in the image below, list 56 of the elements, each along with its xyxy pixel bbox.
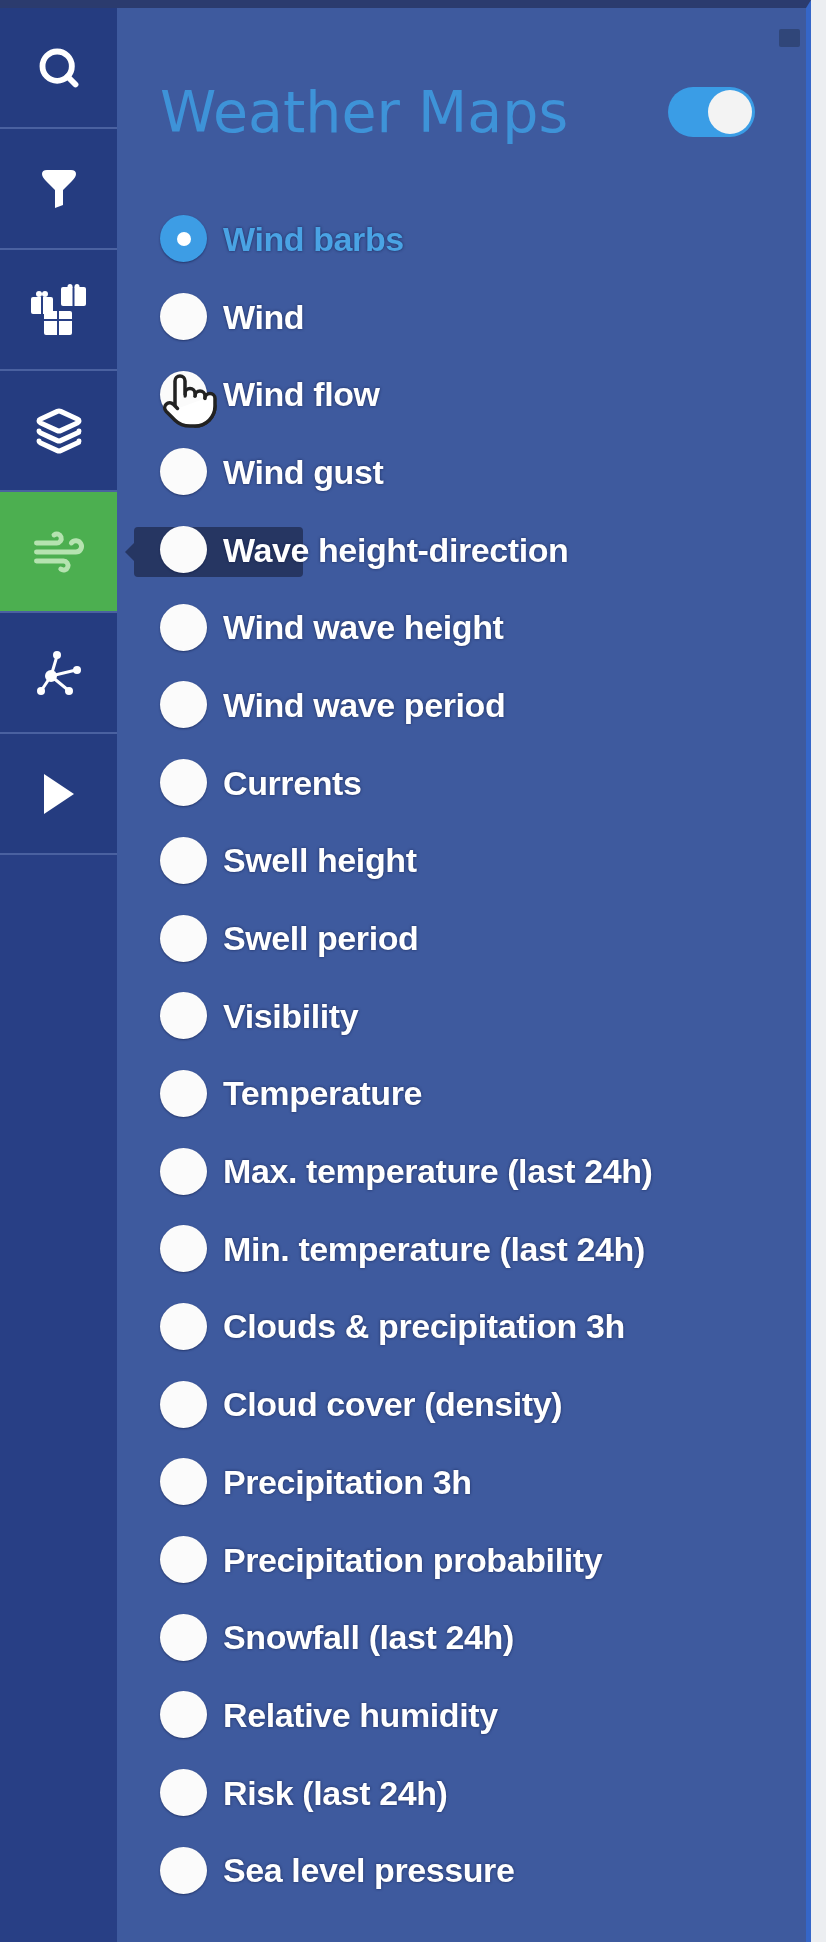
option-label[interactable]: Snowfall (last 24h) (223, 1617, 514, 1658)
option-label[interactable]: Wind wave period (223, 684, 506, 725)
option-label[interactable]: Min. temperature (last 24h) (223, 1228, 645, 1269)
radio-button[interactable] (160, 1225, 207, 1273)
option-label[interactable]: Currents (223, 762, 362, 803)
radio-button[interactable] (160, 603, 207, 651)
network-icon (35, 649, 82, 696)
sidebar-button[interactable] (0, 8, 117, 127)
sidebar-button[interactable] (0, 371, 117, 490)
layers-icon (34, 406, 83, 455)
option-label[interactable]: Clouds & precipitation 3h (223, 1306, 625, 1347)
radio-button[interactable] (160, 992, 207, 1040)
radio-button[interactable] (160, 1536, 207, 1584)
sidebar-button[interactable] (0, 613, 117, 732)
option-label[interactable]: Cloud cover (density) (223, 1384, 563, 1425)
option-label[interactable]: Wind gust (223, 451, 384, 492)
radio-button[interactable] (160, 448, 207, 496)
panel-title: Weather Maps (160, 82, 569, 142)
radio-button[interactable] (160, 914, 207, 962)
sidebar-button[interactable] (0, 250, 117, 369)
radio-button[interactable] (160, 1147, 207, 1195)
radio-button[interactable] (160, 1613, 207, 1661)
square-icon (779, 29, 800, 47)
radio-button[interactable] (160, 1846, 207, 1894)
radio-button[interactable] (160, 293, 207, 341)
option-label[interactable]: Swell period (223, 918, 419, 959)
option-label[interactable]: Max. temperature (last 24h) (223, 1151, 653, 1192)
play-icon (43, 773, 74, 814)
option-label[interactable]: Wind flow (223, 374, 380, 415)
option-label[interactable]: Swell height (223, 840, 417, 881)
radio-button[interactable] (160, 1458, 207, 1506)
toggle-switch[interactable] (668, 87, 755, 137)
radio-button[interactable] (160, 526, 207, 574)
gift-boxes-icon (29, 283, 88, 336)
option-label[interactable]: Risk (last 24h) (223, 1772, 448, 1813)
option-label[interactable]: Precipitation probability (223, 1539, 603, 1580)
option-label[interactable]: Precipitation 3h (223, 1461, 472, 1502)
radio-button[interactable] (160, 215, 207, 263)
radio-button[interactable] (160, 1691, 207, 1739)
option-label[interactable]: Sea level pressure (223, 1850, 515, 1891)
option-label[interactable]: Temperature (223, 1073, 423, 1114)
funnel-icon (40, 168, 77, 209)
radio-button[interactable] (160, 1302, 207, 1350)
radio-button[interactable] (160, 759, 207, 807)
option-label[interactable]: Wind wave height (223, 607, 504, 648)
radio-button[interactable] (160, 836, 207, 884)
radio-button[interactable] (160, 1769, 207, 1817)
option-label[interactable]: Visibility (223, 995, 359, 1036)
radio-button[interactable] (160, 1069, 207, 1117)
sidebar-button[interactable] (0, 129, 117, 248)
radio-button[interactable] (160, 1380, 207, 1428)
option-label[interactable]: Wind (223, 296, 305, 337)
option-label[interactable]: Wave height-direction (223, 529, 569, 570)
sidebar-button[interactable] (0, 734, 117, 853)
option-label[interactable]: Relative humidity (223, 1694, 498, 1735)
radio-button[interactable] (160, 681, 207, 729)
